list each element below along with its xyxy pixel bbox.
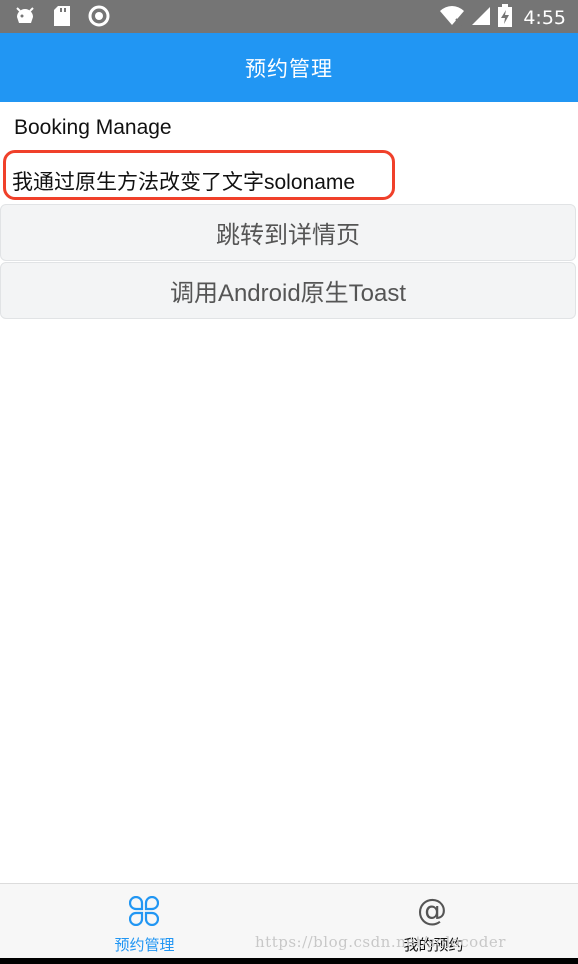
at-sign-icon: @ <box>417 893 447 928</box>
sync-circle-icon <box>88 5 110 27</box>
wifi-x-icon <box>439 5 465 31</box>
battery-charging-icon <box>497 4 513 32</box>
tab-booking-manage[interactable]: 预约管理 <box>0 884 289 958</box>
four-petal-icon <box>128 895 160 927</box>
status-time: 4:55 <box>523 7 566 29</box>
app-bar: 预约管理 <box>0 33 578 102</box>
booking-manage-text: Booking Manage <box>14 116 172 139</box>
watermark-text: https://blog.csdn.net/solocoder <box>255 933 506 951</box>
status-bar: 4:55 <box>0 0 578 33</box>
go-detail-button[interactable]: 跳转到详情页 <box>0 204 576 261</box>
status-left-icons <box>14 5 110 27</box>
bottom-edge <box>0 958 578 964</box>
status-right-icons: 4:55 <box>439 4 566 32</box>
tab-label-booking-manage: 预约管理 <box>114 936 175 954</box>
sd-card-icon <box>51 5 73 27</box>
signal-icon <box>471 5 491 31</box>
android-debug-icon <box>14 5 36 27</box>
native-toast-button[interactable]: 调用Android原生Toast <box>0 262 576 319</box>
native-changed-text: 我通过原生方法改变了文字soloname <box>12 171 356 194</box>
page-title: 预约管理 <box>245 56 333 81</box>
